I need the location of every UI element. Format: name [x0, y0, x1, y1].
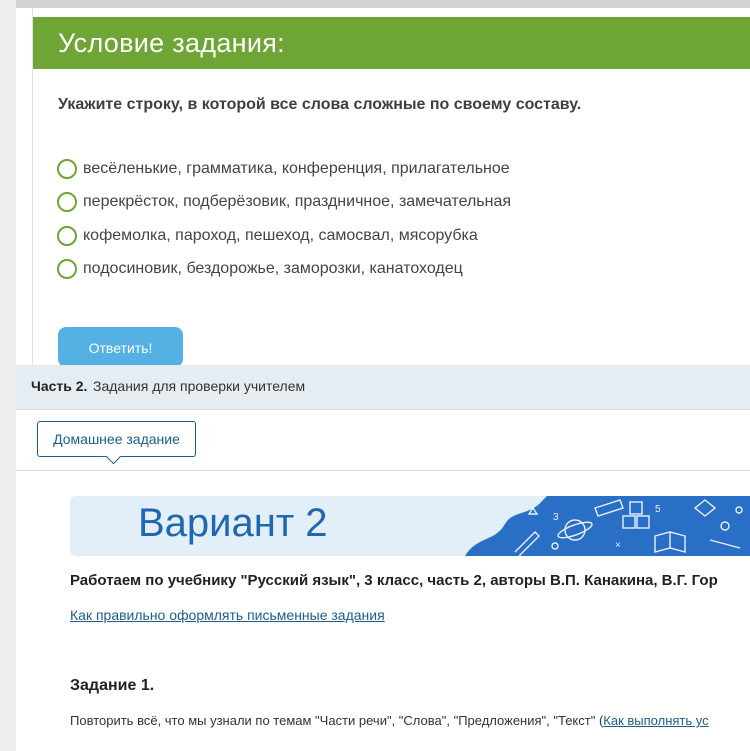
- question-text: Укажите строку, в которой все слова слож…: [58, 96, 582, 113]
- school-doodles-illustration: 5 3 ×: [465, 496, 750, 556]
- part2-bar: Часть 2. Задания для проверки учителем: [16, 365, 750, 410]
- tab-pointer: [105, 448, 122, 465]
- answer-option-2[interactable]: перекрёсток, подберёзовик, праздничное, …: [57, 191, 511, 213]
- task1-text-body: Повторить всё, что мы узнали по темам "Ч…: [70, 713, 604, 728]
- svg-text:×: ×: [615, 540, 621, 551]
- variant-banner: Вариант 2 5 3 ×: [70, 496, 750, 556]
- radio-unchecked-icon[interactable]: [57, 226, 77, 246]
- radio-unchecked-icon[interactable]: [57, 159, 77, 179]
- top-strip: [16, 0, 750, 8]
- task1-title: Задание 1.: [70, 677, 155, 694]
- tab-homework-label: Домашнее задание: [53, 431, 180, 447]
- svg-text:3: 3: [553, 512, 559, 523]
- task1-howto-link[interactable]: Как выполнять ус: [603, 713, 708, 728]
- task-header: Условие задания:: [33, 17, 750, 69]
- answer-option-3[interactable]: кофемолка, пароход, пешеход, самосвал, м…: [57, 225, 478, 247]
- tab-area: Домашнее задание: [16, 410, 750, 471]
- howto-link[interactable]: Как правильно оформлять письменные задан…: [70, 607, 385, 623]
- radio-unchecked-icon[interactable]: [57, 192, 77, 212]
- task1-text: Повторить всё, что мы узнали по темам "Ч…: [70, 713, 709, 728]
- banner-title: Вариант 2: [138, 501, 328, 545]
- task-card: Условие задания: Укажите строку, в котор…: [32, 8, 750, 367]
- part2-description: Задания для проверки учителем: [93, 378, 306, 394]
- left-gutter: [0, 0, 16, 751]
- svg-text:5: 5: [655, 504, 661, 515]
- answer-option-label: весёленькие, грамматика, конференция, пр…: [83, 160, 510, 177]
- page: Условие задания: Укажите строку, в котор…: [16, 0, 750, 751]
- answer-option-4[interactable]: подосиновик, бездорожье, заморозки, кана…: [57, 258, 463, 280]
- answer-option-label: перекрёсток, подберёзовик, праздничное, …: [83, 193, 512, 210]
- task-header-title: Условие задания:: [58, 28, 285, 58]
- answer-option-label: подосиновик, бездорожье, заморозки, кана…: [83, 260, 463, 277]
- part2-label: Часть 2.: [31, 378, 88, 394]
- answer-option-label: кофемолка, пароход, пешеход, самосвал, м…: [83, 227, 478, 244]
- radio-unchecked-icon[interactable]: [57, 259, 77, 279]
- answer-button[interactable]: Ответить!: [58, 327, 183, 367]
- tab-homework[interactable]: Домашнее задание: [37, 421, 196, 465]
- answer-option-1[interactable]: весёленькие, грамматика, конференция, пр…: [57, 158, 510, 180]
- textbook-info: Работаем по учебнику "Русский язык", 3 к…: [70, 572, 718, 589]
